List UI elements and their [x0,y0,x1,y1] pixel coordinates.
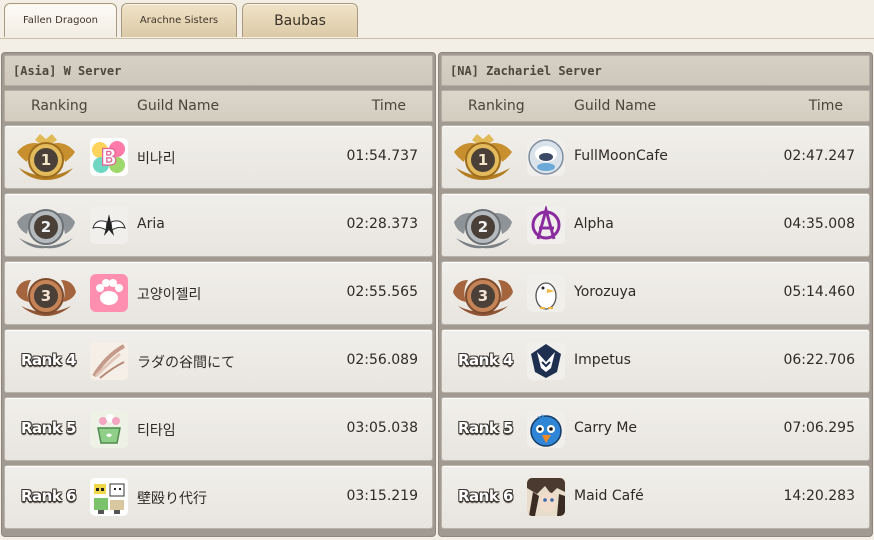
clear-time: 02:28.373 [346,216,418,232]
server-title: [Asia] W Server [4,55,433,86]
ranking-row: Rank 6 壁殴り代行 03:15.219 [4,465,433,529]
rank-label: Rank 5 [21,419,77,437]
column-header: Ranking Guild Name Time [4,90,433,122]
time-column-label: Time [808,98,843,114]
clear-time: 02:47.247 [783,148,855,164]
server-panel-asia: [Asia] W Server Ranking Guild Name Time … [2,53,435,536]
server-panel-na: [NA] Zachariel Server Ranking Guild Name… [439,53,872,536]
clear-time: 03:05.038 [346,420,418,436]
clear-time: 03:15.219 [346,488,418,504]
boss-tabs: Fallen Dragoon Arachne Sisters Baubas [3,3,871,39]
clear-time: 05:14.460 [783,284,855,300]
guild-name: ラダの谷間にて [137,355,235,371]
guild-name: 비나리 [137,151,176,167]
guild-name-column-label: Guild Name [137,98,220,114]
guild-name: 티타임 [137,423,176,439]
guild-name: FullMoonCafe [574,148,668,164]
ranking-row: 2 Alpha 04:35.008 [441,193,870,257]
flower-cup-icon [90,410,128,448]
gold-medal-icon: 1 [450,132,516,184]
guild-name: Aria [137,216,165,232]
tab-divider [0,38,874,39]
guild-name: 고양이젤리 [137,287,202,303]
rank-label: Rank 4 [458,351,514,369]
ranking-row: 1 B 비나리 01:54.737 [4,125,433,189]
clear-time: 14:20.283 [783,488,855,504]
clear-time: 01:54.737 [346,148,418,164]
purple-anarchy-icon [527,206,565,244]
silver-medal-icon: 2 [13,200,79,252]
bubble-letter-b-icon: B [90,138,128,176]
blue-bird-icon [527,410,565,448]
clear-time: 04:35.008 [783,216,855,232]
maid-portrait-icon [527,478,565,516]
wolf-emblem-icon [527,342,565,380]
clear-time: 02:55.565 [346,284,418,300]
white-wing-icon [90,206,128,244]
ranking-row: 3 Yorozuya 05:14.460 [441,261,870,325]
ranking-column-label: Ranking [468,98,525,114]
ranking-row: Rank 4 ラダの谷間にて 02:56.089 [4,329,433,393]
rank-label: Rank 6 [458,487,514,505]
guild-name: Alpha [574,216,614,232]
penguin-icon [527,274,565,312]
clear-time: 06:22.706 [783,352,855,368]
ranking-row: 2 Aria 02:28.373 [4,193,433,257]
guild-name: Yorozuya [574,284,637,300]
guild-name: 壁殴り代行 [137,491,207,507]
rank-label: Rank 4 [21,351,77,369]
medal-number: 3 [41,287,51,305]
pink-paw-icon [90,274,128,312]
bronze-medal-icon: 3 [13,268,79,320]
guild-name-column-label: Guild Name [574,98,657,114]
guild-name: Impetus [574,352,631,368]
medal-number: 3 [478,287,488,305]
guild-name: Maid Café [574,488,644,504]
pixel-character-icon [90,478,128,516]
medal-number: 2 [478,218,488,236]
ranking-row: 3 고양이젤리 02:55.565 [4,261,433,325]
feather-brush-icon [90,342,128,380]
rank-label: Rank 5 [458,419,514,437]
server-title: [NA] Zachariel Server [441,55,870,86]
rank-label: Rank 6 [21,487,77,505]
moon-creature-icon [527,138,565,176]
clear-time: 02:56.089 [346,352,418,368]
ranking-column-label: Ranking [31,98,88,114]
tab-baubas[interactable]: Baubas [242,3,358,37]
column-header: Ranking Guild Name Time [441,90,870,122]
svg-text:B: B [101,146,118,171]
ranking-row: 1 FullMoonCafe 02:47.247 [441,125,870,189]
medal-number: 1 [478,151,488,169]
guild-name: Carry Me [574,420,638,436]
medal-number: 2 [41,218,51,236]
ranking-row: Rank 5 티타임 03:05.038 [4,397,433,461]
tab-arachne-sisters[interactable]: Arachne Sisters [121,3,237,37]
ranking-row: Rank 5 Carry Me 07:06.295 [441,397,870,461]
gold-medal-icon: 1 [13,132,79,184]
ranking-row: Rank 4 Impetus 06:22.706 [441,329,870,393]
silver-medal-icon: 2 [450,200,516,252]
tab-fallen-dragoon[interactable]: Fallen Dragoon [4,3,117,37]
time-column-label: Time [371,98,406,114]
ranking-row: Rank 6 Maid Café 14:20.283 [441,465,870,529]
clear-time: 07:06.295 [783,420,855,436]
bronze-medal-icon: 3 [450,268,516,320]
medal-number: 1 [41,151,51,169]
